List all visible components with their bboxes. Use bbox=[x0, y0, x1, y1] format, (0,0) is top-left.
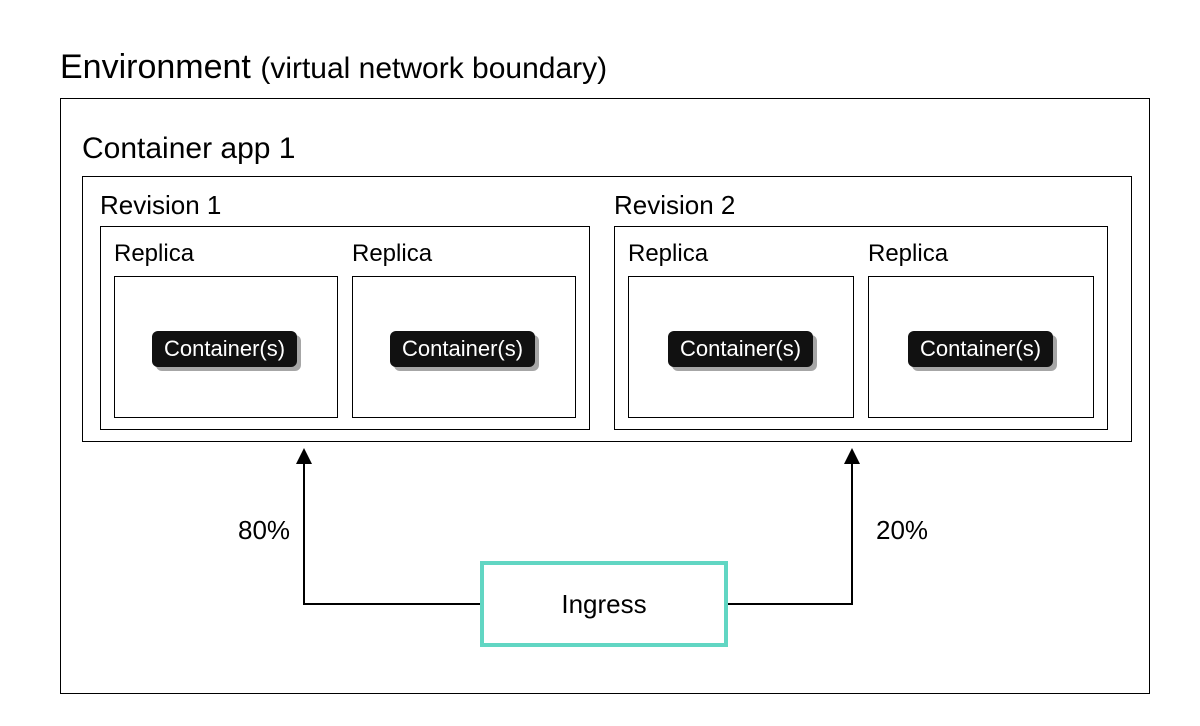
revision-2-replica-2-title: Replica bbox=[868, 240, 948, 268]
revision-2-replica-1-container-pill: Container(s) bbox=[668, 331, 813, 367]
revision-2-traffic-pct: 20% bbox=[876, 515, 928, 546]
diagram-canvas: Environment (virtual network boundary) C… bbox=[0, 0, 1200, 726]
ingress-box: Ingress bbox=[480, 561, 728, 647]
environment-title-main: Environment bbox=[60, 48, 251, 86]
environment-title: Environment (virtual network boundary) bbox=[60, 48, 607, 87]
environment-title-sub: (virtual network boundary) bbox=[260, 52, 607, 85]
revision-2-replica-1-title: Replica bbox=[628, 240, 708, 268]
revision-1-traffic-pct: 80% bbox=[238, 515, 290, 546]
revision-1-replica-1-container-pill: Container(s) bbox=[152, 331, 297, 367]
container-app-title: Container app 1 bbox=[82, 132, 296, 166]
revision-1-title: Revision 1 bbox=[100, 190, 221, 221]
revision-2-title: Revision 2 bbox=[614, 190, 735, 221]
revision-2-replica-2-container-pill: Container(s) bbox=[908, 331, 1053, 367]
revision-1-replica-1-title: Replica bbox=[114, 240, 194, 268]
revision-1-replica-2-title: Replica bbox=[352, 240, 432, 268]
revision-1-replica-2-container-pill: Container(s) bbox=[390, 331, 535, 367]
ingress-label: Ingress bbox=[561, 589, 646, 620]
